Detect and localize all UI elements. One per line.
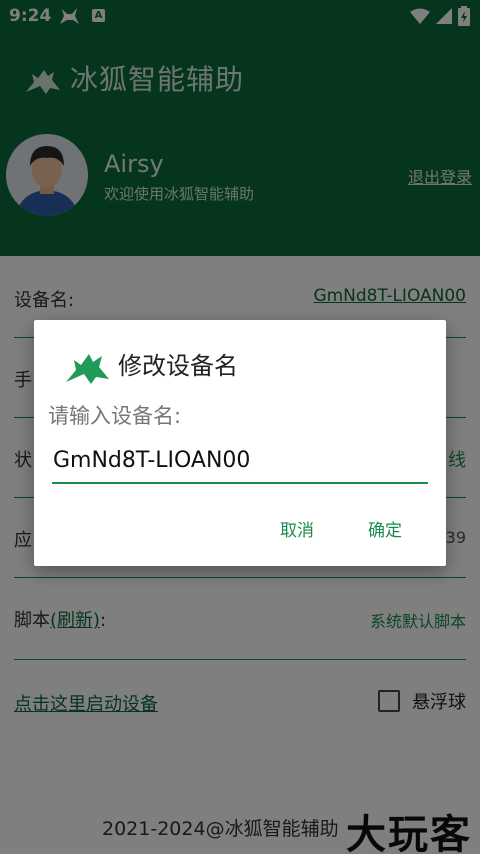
dialog-prompt: 请输入设备名: — [48, 404, 182, 428]
confirm-button[interactable]: 确定 — [368, 516, 402, 541]
fox-logo-icon — [66, 354, 109, 384]
cancel-button[interactable]: 取消 — [280, 516, 314, 541]
device-name-input[interactable] — [52, 438, 428, 484]
rename-device-dialog: 修改设备名 请输入设备名: 取消 确定 — [34, 320, 446, 566]
dialog-title: 修改设备名 — [118, 352, 238, 380]
